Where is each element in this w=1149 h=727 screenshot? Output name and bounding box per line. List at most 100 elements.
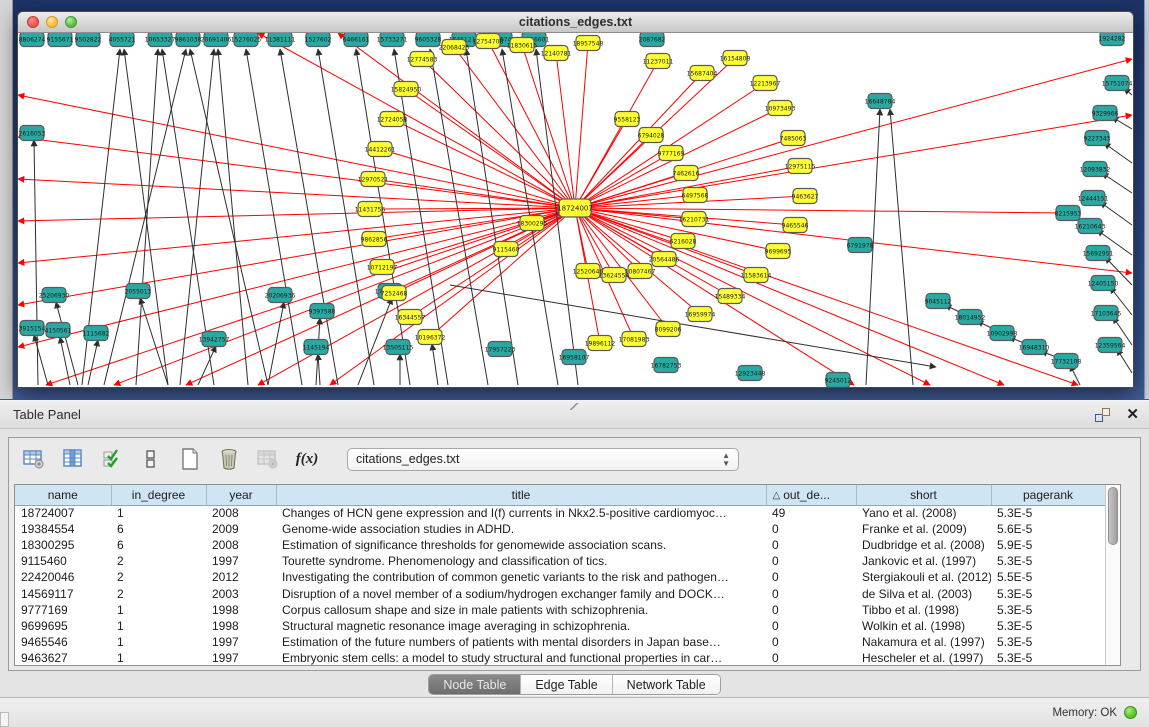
graph-node[interactable]: 20691406 [201, 33, 232, 47]
graph-node[interactable]: 17081983 [619, 332, 650, 347]
float-panel-icon[interactable] [1095, 408, 1110, 422]
graph-node[interactable]: 12093832 [1080, 162, 1111, 177]
graph-node[interactable]: 6216028 [670, 234, 697, 249]
graph-node[interactable]: 13624554 [599, 268, 630, 283]
graph-node[interactable]: 7485063 [780, 131, 807, 146]
unselect-rows-icon[interactable] [138, 446, 164, 472]
graph-node[interactable]: 11830615 [507, 38, 538, 53]
table-row[interactable]: 946362711997Embryonic stem cells: a mode… [15, 650, 1105, 666]
graph-node[interactable]: 10902998 [987, 326, 1018, 341]
graph-node[interactable]: 12520646 [573, 264, 604, 279]
graph-node[interactable]: 18957548 [573, 36, 604, 51]
select-all-icon[interactable] [99, 446, 125, 472]
graph-node[interactable]: 15824950 [391, 82, 422, 97]
graph-node[interactable]: 16210731 [679, 212, 710, 227]
graph-node[interactable]: 11381111 [265, 33, 296, 47]
graph-node[interactable]: 7252468 [381, 286, 408, 301]
table-selector-dropdown[interactable]: citations_edges.txt ▲▼ [347, 448, 739, 471]
table-scrollbar[interactable] [1105, 485, 1120, 665]
graph-node[interactable]: 9777169 [658, 146, 685, 161]
graph-node[interactable]: 12444151 [1078, 191, 1109, 206]
graph-node[interactable]: 9465546 [782, 218, 809, 233]
delete-table-icon[interactable] [255, 446, 281, 472]
graph-node[interactable]: 15276025 [231, 33, 262, 47]
memory-status-indicator[interactable] [1124, 706, 1137, 719]
graph-node[interactable]: 12140781 [541, 46, 572, 61]
graph-node[interactable]: 16782753 [651, 358, 682, 373]
graph-node[interactable]: 16154808 [720, 51, 751, 66]
table-row[interactable]: 946554611997Estimation of the future num… [15, 634, 1105, 650]
column-header-name[interactable]: name [15, 485, 111, 505]
network-window-titlebar[interactable]: citations_edges.txt [18, 12, 1133, 33]
tab-node-table[interactable]: Node Table [429, 675, 521, 694]
graph-node[interactable]: 9558123 [614, 112, 641, 127]
tab-edge-table[interactable]: Edge Table [521, 675, 612, 694]
graph-node[interactable]: 13942757 [199, 332, 230, 347]
graph-node[interactable]: 12975115 [785, 159, 816, 174]
graph-node[interactable]: 4055721 [109, 33, 136, 47]
graph-node[interactable]: 9861038 [175, 33, 202, 47]
graph-node[interactable]: 2616053 [19, 126, 46, 141]
column-header-year[interactable]: year [206, 485, 276, 505]
graph-node[interactable]: 1115682 [83, 326, 110, 341]
show-columns-icon[interactable] [60, 446, 86, 472]
graph-node[interactable]: 16648784 [865, 94, 896, 109]
graph-node[interactable]: 12774583 [407, 52, 438, 67]
table-row[interactable]: 1456911722003Disruption of a novel membe… [15, 585, 1105, 601]
table-row[interactable]: 2242004622012Investigating the contribut… [15, 569, 1105, 585]
graph-node[interactable]: 16344557 [395, 310, 426, 325]
graph-node[interactable]: 12923448 [735, 366, 766, 381]
tab-network-table[interactable]: Network Table [613, 675, 720, 694]
graph-node[interactable]: 9329966 [1092, 106, 1119, 121]
graph-node[interactable]: 18014952 [955, 310, 986, 325]
graph-node[interactable]: 1145194 [303, 340, 330, 355]
graph-node[interactable]: 15733271 [377, 33, 408, 47]
graph-node[interactable]: 16958107 [559, 350, 590, 365]
graph-node[interactable]: 8099206 [655, 322, 682, 337]
graph-node[interactable]: 4150561 [45, 323, 72, 338]
graph-node[interactable]: 9245012 [825, 373, 852, 388]
graph-node[interactable]: 12724058 [377, 112, 408, 127]
graph-node[interactable]: 15751074 [1102, 76, 1133, 91]
graph-node[interactable]: 11237011 [643, 54, 674, 69]
graph-node[interactable]: 9605328 [415, 33, 442, 47]
table-settings-icon[interactable] [21, 446, 47, 472]
column-header-in_degree[interactable]: in_degree [111, 485, 206, 505]
graph-node[interactable]: 1527602 [305, 33, 332, 47]
network-canvas[interactable]: 8806274915567195028224055721106533279861… [18, 33, 1133, 387]
table-row[interactable]: 911546021997Tourette syndrome. Phenomeno… [15, 553, 1105, 569]
close-window-button[interactable] [27, 16, 39, 28]
table-row[interactable]: 977716911998Corpus callosum shape and si… [15, 602, 1105, 618]
graph-node[interactable]: 12970521 [358, 172, 389, 187]
graph-node[interactable]: 20206936 [265, 288, 296, 303]
graph-node[interactable]: 10712197 [367, 260, 398, 275]
graph-node[interactable]: 6791978 [847, 238, 874, 253]
table-row[interactable]: 1872400712008Changes of HCN gene express… [15, 505, 1105, 521]
graph-node[interactable]: 9115460 [493, 242, 520, 257]
panel-resize-grip[interactable] [570, 403, 579, 410]
graph-node[interactable]: 10973493 [765, 101, 796, 116]
close-panel-icon[interactable]: ✕ [1126, 408, 1139, 422]
graph-node[interactable]: 9699695 [765, 244, 792, 259]
delete-columns-icon[interactable] [216, 446, 242, 472]
zoom-window-button[interactable] [65, 16, 77, 28]
column-header-title[interactable]: title [276, 485, 766, 505]
column-header-out_de[interactable]: △out_de... [766, 485, 856, 505]
graph-node[interactable]: 17732108 [1051, 354, 1082, 369]
graph-node[interactable]: 1924282 [1099, 33, 1126, 46]
graph-node[interactable]: 20564486 [649, 252, 680, 267]
table-scrollbar-thumb[interactable] [1108, 487, 1118, 545]
graph-node[interactable]: 6794028 [638, 128, 665, 143]
graph-node[interactable]: 18300295 [517, 216, 548, 231]
graph-node[interactable]: 14412261 [365, 142, 396, 157]
graph-node[interactable]: 13505115 [383, 340, 414, 355]
graph-node[interactable]: 9227343 [1084, 131, 1111, 146]
graph-node[interactable]: 9155671 [47, 33, 74, 47]
graph-node[interactable]: 12359564 [1095, 338, 1126, 353]
graph-node[interactable]: 6497568 [682, 188, 709, 203]
table-row[interactable]: 969969511998Structural magnetic resonanc… [15, 618, 1105, 634]
graph-node[interactable]: 18724007 [557, 199, 593, 217]
graph-node[interactable]: 16959974 [685, 307, 716, 322]
graph-node[interactable]: 16210643 [1075, 219, 1106, 234]
graph-node[interactable]: 11583614 [741, 268, 772, 283]
